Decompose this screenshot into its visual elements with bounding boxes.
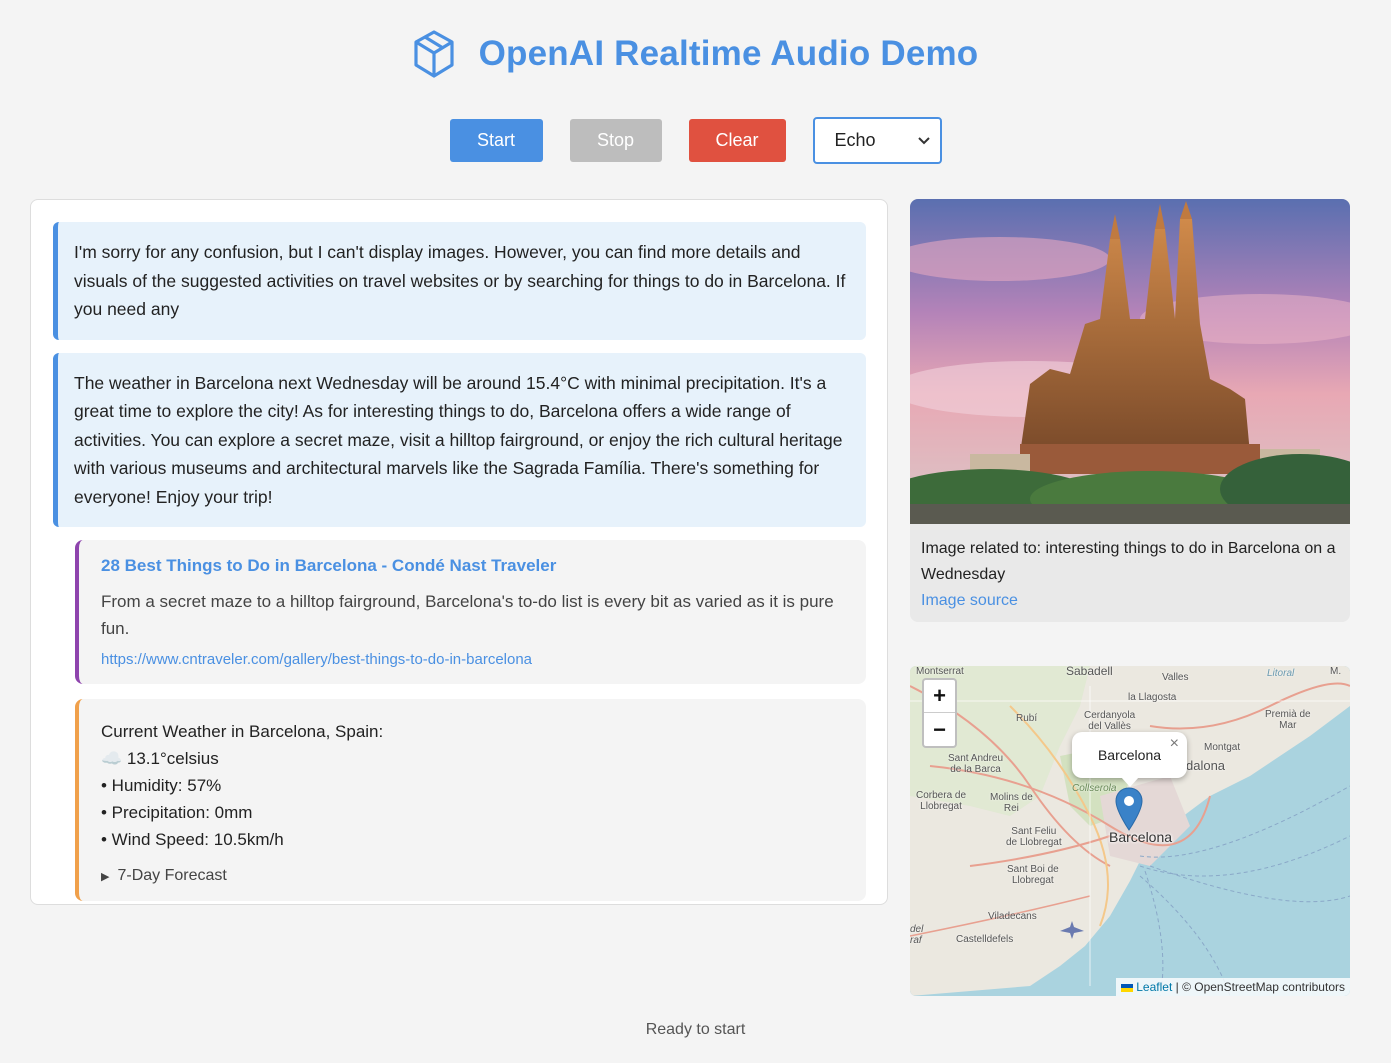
map-place-label: Molins de Rei bbox=[990, 792, 1033, 814]
related-image-card: Image related to: interesting things to … bbox=[910, 199, 1350, 622]
triangle-right-icon: ▶ bbox=[101, 871, 110, 883]
assistant-message: The weather in Barcelona next Wednesday … bbox=[53, 352, 866, 527]
zoom-out-button[interactable]: − bbox=[924, 713, 955, 746]
status-text: Ready to start bbox=[645, 1021, 746, 1038]
weather-wind: • Wind Speed: 10.5km/h bbox=[101, 830, 284, 849]
map-attribution: Leaflet | © OpenStreetMap contributors bbox=[1116, 978, 1350, 996]
image-source-link[interactable]: Image source bbox=[921, 588, 1339, 614]
weather-temperature: ☁️ 13.1°celsius bbox=[101, 749, 219, 768]
search-result-card: 28 Best Things to Do in Barcelona - Cond… bbox=[75, 540, 866, 684]
cube-icon bbox=[413, 30, 454, 78]
map-widget[interactable]: Montserrat Sabadell Valles Litoral M. la… bbox=[910, 666, 1350, 996]
map-place-label: Sant Andreu de la Barca bbox=[948, 753, 1004, 775]
map-pin-icon[interactable] bbox=[1115, 787, 1143, 831]
weather-card: Current Weather in Barcelona, Spain: ☁️ … bbox=[75, 699, 866, 901]
map-place-label: Litoral bbox=[1267, 668, 1295, 679]
zoom-in-button[interactable]: + bbox=[924, 680, 955, 713]
start-button[interactable]: Start bbox=[449, 119, 543, 162]
zoom-control: + − bbox=[922, 678, 957, 748]
map-place-label: Viladecans bbox=[988, 911, 1037, 922]
weather-humidity: • Humidity: 57% bbox=[101, 776, 222, 795]
assistant-message: I'm sorry for any confusion, but I can't… bbox=[53, 222, 866, 340]
map-place-label: Premià de Mar bbox=[1265, 709, 1311, 731]
map-popup: Barcelona × bbox=[1072, 732, 1187, 778]
forecast-toggle[interactable]: ▶ 7-Day Forecast bbox=[101, 867, 844, 885]
voice-select-value: Echo bbox=[834, 130, 876, 150]
app-header: OpenAI Realtime Audio Demo bbox=[0, 26, 1391, 82]
sagrada-familia-photo bbox=[910, 199, 1350, 524]
map-place-label: Rubí bbox=[1016, 713, 1038, 724]
map-place-label: Cerdanyola del Vallès bbox=[1084, 710, 1136, 732]
osm-attribution: | © OpenStreetMap contributors bbox=[1172, 980, 1345, 994]
weather-heading: Current Weather in Barcelona, Spain: bbox=[101, 722, 384, 741]
page-title: OpenAI Realtime Audio Demo bbox=[478, 34, 979, 73]
controls-bar: Start Stop Clear Echo bbox=[0, 117, 1391, 164]
map-place-label: Sant Boi de Llobregat bbox=[1007, 864, 1059, 886]
map-place-label: Sant Feliu de Llobregat bbox=[1006, 826, 1062, 848]
map-place-label: Valles bbox=[1162, 672, 1189, 683]
image-caption: Image related to: interesting things to … bbox=[921, 540, 1336, 583]
map-place-label: Montgat bbox=[1204, 742, 1241, 753]
search-result-description: From a secret maze to a hilltop fairgrou… bbox=[101, 592, 834, 638]
map-place-label: Corbera de Llobregat bbox=[916, 790, 967, 812]
voice-select[interactable]: Echo bbox=[812, 117, 942, 164]
map-popup-label: Barcelona bbox=[1097, 747, 1162, 763]
map-place-label: M. bbox=[1330, 666, 1342, 677]
map-place-label: del raf bbox=[910, 924, 924, 946]
map-place-label: Collserola bbox=[1072, 783, 1117, 794]
stop-button[interactable]: Stop bbox=[569, 119, 662, 162]
popup-close-button[interactable]: × bbox=[1170, 735, 1179, 753]
forecast-label: 7-Day Forecast bbox=[117, 867, 227, 884]
weather-precipitation: • Precipitation: 0mm bbox=[101, 803, 253, 822]
map-place-label: la Llagosta bbox=[1128, 692, 1177, 703]
leaflet-link[interactable]: Leaflet bbox=[1136, 980, 1172, 994]
map-popup-tip bbox=[1121, 777, 1139, 787]
map-place-label: Castelldefels bbox=[956, 934, 1014, 945]
conversation-panel[interactable]: I'm sorry for any confusion, but I can't… bbox=[30, 199, 888, 905]
chevron-down-icon bbox=[917, 136, 930, 144]
map-place-label: dalona bbox=[1186, 758, 1226, 773]
map-place-label: Montserrat bbox=[916, 666, 964, 677]
clear-button[interactable]: Clear bbox=[688, 119, 786, 162]
map-city-label: Barcelona bbox=[1109, 829, 1173, 845]
search-result-title-link[interactable]: 28 Best Things to Do in Barcelona - Cond… bbox=[101, 556, 844, 576]
map-place-label: Sabadell bbox=[1066, 666, 1113, 678]
search-result-url-link[interactable]: https://www.cntraveler.com/gallery/best-… bbox=[101, 651, 844, 668]
ukraine-flag-icon bbox=[1121, 983, 1134, 992]
